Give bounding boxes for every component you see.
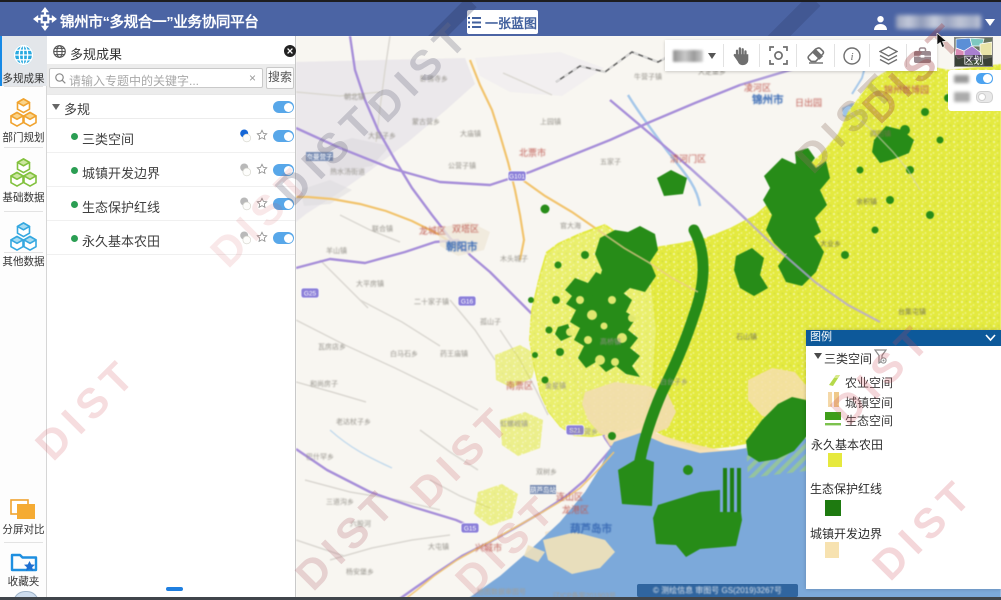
svg-text:余积镇: 余积镇 — [856, 197, 877, 206]
svg-text:巴什罕乡: 巴什罕乡 — [306, 452, 334, 461]
svg-text:大庙镇: 大庙镇 — [460, 129, 481, 138]
svg-text:三道沟乡: 三道沟乡 — [326, 497, 354, 506]
svg-text:兴城市: 兴城市 — [475, 542, 502, 553]
svg-text:药王庙镇: 药王庙镇 — [440, 349, 468, 358]
svg-text:木头城子: 木头城子 — [500, 254, 528, 263]
svg-text:联合镇: 联合镇 — [372, 224, 393, 233]
svg-text:杨安堡乡: 杨安堡乡 — [346, 567, 374, 576]
svg-text:二十家子镇: 二十家子镇 — [414, 297, 449, 306]
svg-text:公营子镇: 公营子镇 — [448, 161, 476, 170]
svg-text:双树乡: 双树乡 — [536, 467, 557, 476]
svg-text:羊山镇: 羊山镇 — [326, 246, 347, 255]
svg-text:蒙古营乡: 蒙古营乡 — [412, 117, 440, 126]
svg-text:G101: G101 — [509, 174, 525, 181]
svg-text:台集屯镇: 台集屯镇 — [898, 307, 926, 316]
svg-text:牛营子镇: 牛营子镇 — [634, 72, 662, 81]
svg-text:大屯镇: 大屯镇 — [428, 542, 449, 551]
svg-text:高桥镇: 高桥镇 — [600, 337, 621, 346]
svg-text:卧佛寺乡: 卧佛寺乡 — [420, 74, 448, 83]
svg-text:南票区: 南票区 — [506, 380, 533, 391]
svg-text:朝北镇: 朝北镇 — [344, 92, 365, 101]
svg-text:锦州市: 锦州市 — [752, 93, 784, 106]
svg-text:朝阳市: 朝阳市 — [446, 240, 478, 253]
svg-text:热水汤街道: 热水汤街道 — [330, 167, 365, 176]
svg-text:G15: G15 — [464, 526, 477, 533]
svg-text:大业乡: 大业乡 — [820, 239, 841, 248]
svg-text:i: i — [850, 51, 853, 63]
svg-text:葫芦岛市: 葫芦岛市 — [570, 522, 612, 535]
svg-text:北票市: 北票市 — [519, 147, 546, 158]
svg-text:双塔区: 双塔区 — [452, 223, 479, 234]
svg-text:大营子乡: 大营子乡 — [368, 131, 396, 140]
svg-text:清河门区: 清河门区 — [670, 153, 706, 164]
svg-text:虹螺岘镇: 虹螺岘镇 — [500, 419, 528, 428]
svg-text:石山镇: 石山镇 — [736, 332, 757, 341]
svg-text:瓦房店乡: 瓦房店乡 — [318, 342, 346, 351]
svg-text:G16: G16 — [461, 299, 474, 306]
svg-text:锦州世博园: 锦州世博园 — [884, 84, 929, 95]
svg-text:六股河: 六股河 — [350, 519, 371, 528]
svg-text:和尚房子: 和尚房子 — [310, 379, 338, 388]
svg-text:白台子乡: 白台子乡 — [660, 377, 688, 386]
svg-text:孤山子: 孤山子 — [480, 317, 501, 326]
svg-text:龙城区: 龙城区 — [419, 225, 446, 236]
svg-text:闾阳镇: 闾阳镇 — [870, 129, 891, 138]
svg-text:日出园: 日出园 — [795, 97, 822, 108]
svg-text:五家子: 五家子 — [600, 157, 621, 166]
svg-text:老达杖子乡: 老达杖子乡 — [336, 417, 371, 426]
svg-text:G25: G25 — [304, 291, 317, 298]
svg-text:龙港区: 龙港区 — [562, 504, 589, 515]
svg-text:官大海: 官大海 — [560, 221, 581, 230]
svg-text:金星镇: 金星镇 — [545, 381, 566, 390]
svg-text:连山区: 连山区 — [556, 491, 583, 502]
svg-text:区划: 区划 — [964, 54, 984, 66]
svg-text:凌河区: 凌河区 — [744, 82, 771, 93]
svg-text:沙河营乡: 沙河营乡 — [570, 427, 598, 436]
svg-text:葫芦岛站: 葫芦岛站 — [530, 485, 557, 494]
svg-text:奈曼营子: 奈曼营子 — [307, 152, 334, 161]
svg-text:白马石乡: 白马石乡 — [390, 349, 418, 358]
svg-text:上园镇: 上园镇 — [540, 117, 561, 126]
svg-text:大平房镇: 大平房镇 — [356, 279, 384, 288]
